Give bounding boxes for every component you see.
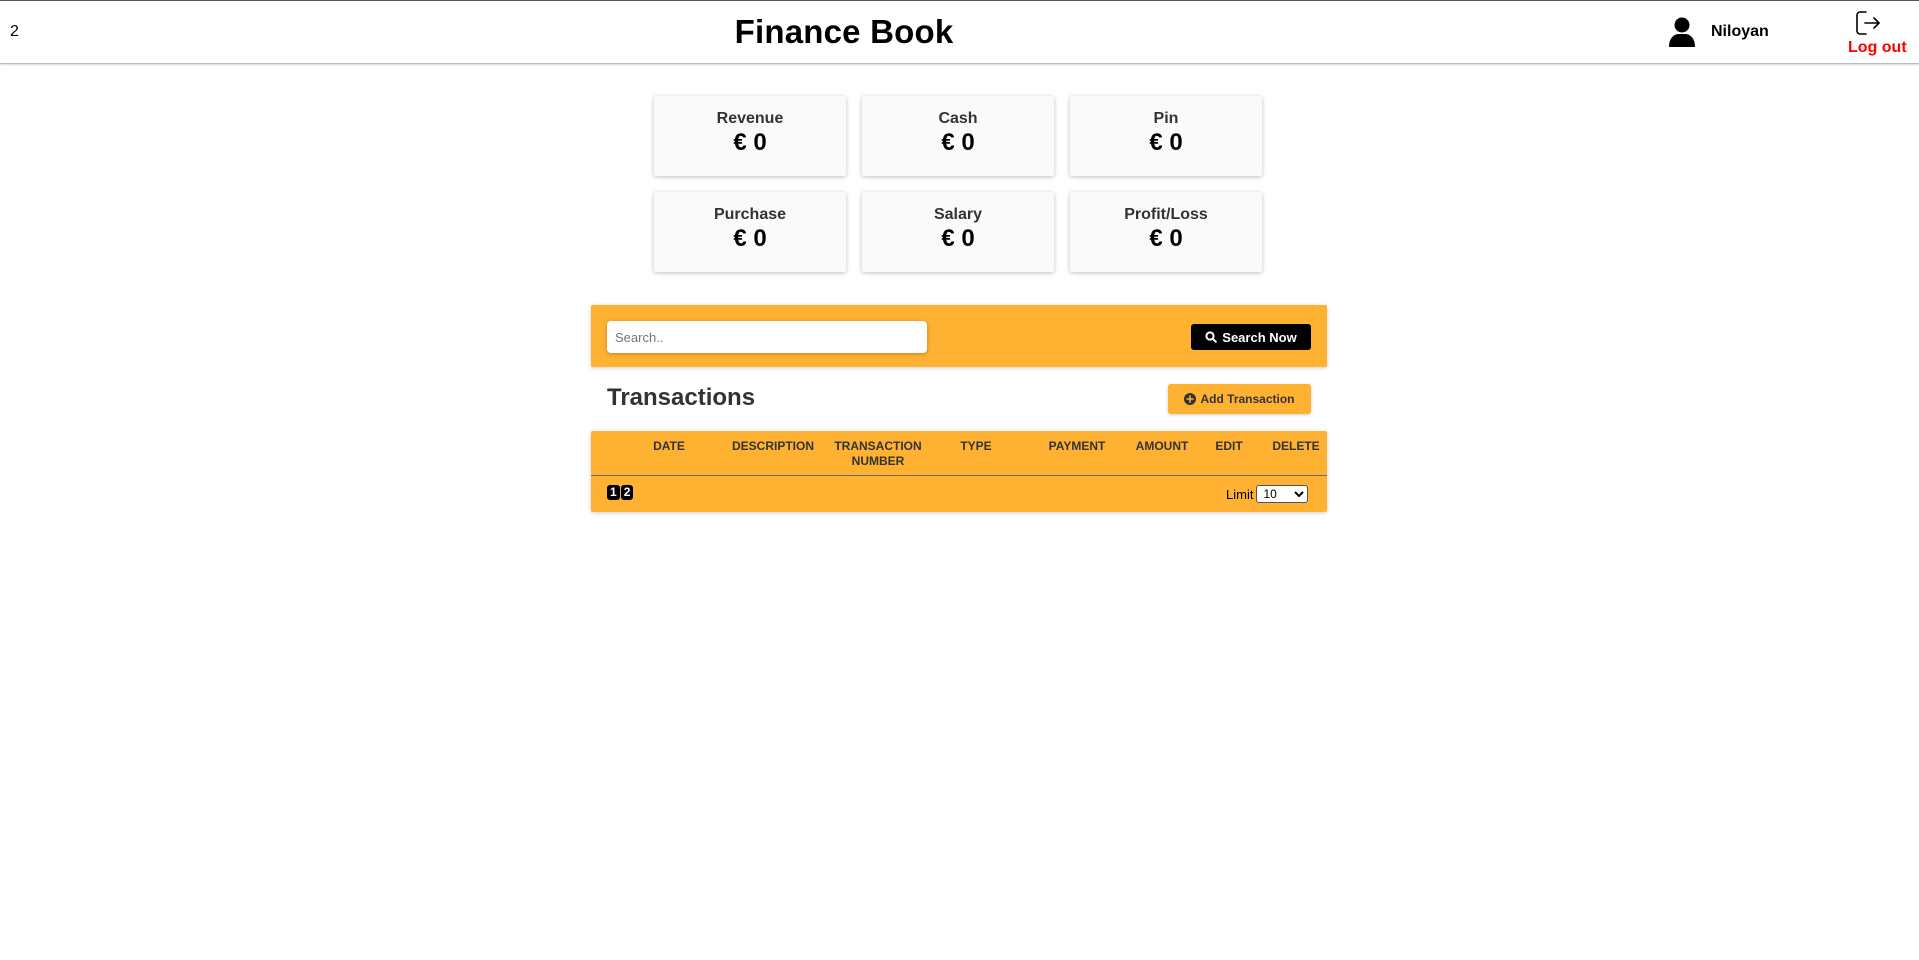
table-header: DATE DESCRIPTION TRANSACTION NUMBER TYPE… xyxy=(591,431,1327,476)
profit-loss-card: Profit/Loss € 0 xyxy=(1070,192,1262,272)
search-icon xyxy=(1205,331,1218,343)
page-1-button[interactable]: 1 xyxy=(607,485,620,500)
card-value: € 0 xyxy=(941,129,975,156)
search-button-label: Search Now xyxy=(1222,329,1297,345)
revenue-card: Revenue € 0 xyxy=(654,96,846,176)
page-2-button[interactable]: 2 xyxy=(620,485,634,500)
limit-control: Limit 10 xyxy=(1226,485,1309,503)
cash-card: Cash € 0 xyxy=(862,96,1054,176)
purchase-card: Purchase € 0 xyxy=(654,192,846,272)
card-value: € 0 xyxy=(1149,225,1183,252)
card-value: € 0 xyxy=(733,129,767,156)
card-value: € 0 xyxy=(733,225,767,252)
column-description[interactable]: DESCRIPTION xyxy=(728,439,818,454)
card-value: € 0 xyxy=(1149,129,1183,156)
column-delete[interactable]: DELETE xyxy=(1268,439,1324,454)
column-edit[interactable]: EDIT xyxy=(1209,439,1249,454)
transactions-table: DATE DESCRIPTION TRANSACTION NUMBER TYPE… xyxy=(591,431,1327,512)
column-transaction-number-line1: TRANSACTION xyxy=(834,439,922,453)
card-label: Revenue xyxy=(716,110,784,127)
summary-cards: Revenue € 0 Cash € 0 Pin € 0 Purchase € … xyxy=(654,96,1264,272)
user-icon xyxy=(1668,17,1696,47)
logout-icon xyxy=(1848,9,1910,37)
column-amount[interactable]: AMOUNT xyxy=(1127,439,1197,454)
column-type[interactable]: TYPE xyxy=(951,439,1001,454)
column-transaction-number[interactable]: TRANSACTION NUMBER xyxy=(828,439,928,469)
card-label: Purchase xyxy=(713,206,787,223)
search-input[interactable] xyxy=(607,321,927,353)
add-transaction-button[interactable]: Add Transaction xyxy=(1168,384,1311,414)
limit-label: Limit xyxy=(1226,486,1254,502)
add-transaction-label: Add Transaction xyxy=(1200,392,1295,406)
transactions-title: Transactions xyxy=(607,384,756,411)
app-title: Finance Book xyxy=(734,13,954,50)
column-payment[interactable]: PAYMENT xyxy=(1037,439,1117,454)
search-panel: Search Now xyxy=(591,305,1327,367)
logout-button[interactable]: Log out xyxy=(1848,9,1910,57)
card-label: Salary xyxy=(933,206,983,223)
card-label: Pin xyxy=(1153,110,1179,127)
top-bar: 2 Finance Book Niloyan Log out xyxy=(0,0,1919,64)
card-value: € 0 xyxy=(941,225,975,252)
card-label: Cash xyxy=(938,110,978,127)
card-label: Profit/Loss xyxy=(1124,206,1208,223)
salary-card: Salary € 0 xyxy=(862,192,1054,272)
column-date[interactable]: DATE xyxy=(639,439,699,454)
username: Niloyan xyxy=(1711,23,1769,40)
column-transaction-number-line2: NUMBER xyxy=(851,454,905,468)
logout-label: Log out xyxy=(1848,39,1907,56)
plus-circle-icon xyxy=(1184,393,1197,405)
pagination: 1 2 xyxy=(607,485,634,500)
pin-card: Pin € 0 xyxy=(1070,96,1262,176)
user-profile[interactable]: Niloyan xyxy=(1668,17,1769,47)
limit-select[interactable]: 10 xyxy=(1256,485,1309,503)
search-button[interactable]: Search Now xyxy=(1191,324,1311,350)
